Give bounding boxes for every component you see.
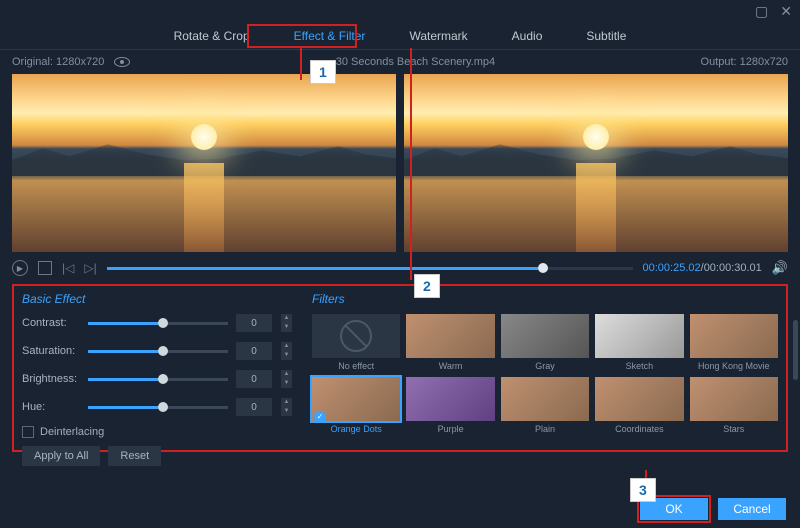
hue-value: 0 bbox=[236, 398, 272, 416]
annotation-1: 1 bbox=[310, 60, 336, 84]
deinterlacing-checkbox[interactable] bbox=[22, 426, 34, 438]
filter-label: Orange Dots bbox=[331, 424, 382, 434]
basic-effect-title: Basic Effect bbox=[22, 292, 292, 306]
slider-label: Hue: bbox=[22, 401, 80, 413]
preview-original bbox=[12, 74, 396, 252]
filter-coordinates[interactable]: Coordinates bbox=[595, 377, 683, 434]
spin-up[interactable]: ▲ bbox=[280, 342, 292, 351]
filter-label: Purple bbox=[438, 424, 464, 434]
filter-warm[interactable]: Warm bbox=[406, 314, 494, 371]
slider-label: Saturation: bbox=[22, 345, 80, 357]
spin-down[interactable]: ▼ bbox=[280, 323, 292, 332]
brightness-slider[interactable] bbox=[88, 378, 228, 381]
filters-title: Filters bbox=[312, 292, 778, 306]
stop-button[interactable] bbox=[38, 261, 52, 275]
filter-label: No effect bbox=[338, 361, 374, 371]
brightness-value: 0 bbox=[236, 370, 272, 388]
tab-watermark[interactable]: Watermark bbox=[387, 23, 489, 49]
tab-subtitle[interactable]: Subtitle bbox=[564, 23, 648, 49]
filter-label: Gray bbox=[535, 361, 555, 371]
filter-orange-dots[interactable]: ✓ Orange Dots bbox=[312, 377, 400, 434]
close-icon[interactable]: ✕ bbox=[780, 3, 792, 20]
saturation-slider[interactable] bbox=[88, 350, 228, 353]
filter-label: Sketch bbox=[626, 361, 654, 371]
annotation-3: 3 bbox=[630, 478, 656, 502]
contrast-value: 0 bbox=[236, 314, 272, 332]
filter-label: Hong Kong Movie bbox=[698, 361, 770, 371]
tab-audio[interactable]: Audio bbox=[490, 23, 565, 49]
deinterlacing-label: Deinterlacing bbox=[40, 426, 104, 438]
filter-label: Plain bbox=[535, 424, 555, 434]
tab-bar: Rotate & CropEffect & FilterWatermarkAud… bbox=[0, 22, 800, 50]
maximize-icon[interactable]: ▢ bbox=[755, 3, 768, 20]
next-frame-button[interactable]: ▷| bbox=[84, 261, 96, 275]
tab-rotate-crop[interactable]: Rotate & Crop bbox=[152, 23, 272, 49]
apply-to-all-button[interactable]: Apply to All bbox=[22, 446, 100, 466]
spin-up[interactable]: ▲ bbox=[280, 370, 292, 379]
filter-label: Coordinates bbox=[615, 424, 664, 434]
spin-up[interactable]: ▲ bbox=[280, 398, 292, 407]
saturation-value: 0 bbox=[236, 342, 272, 360]
spin-down[interactable]: ▼ bbox=[280, 379, 292, 388]
check-icon: ✓ bbox=[314, 411, 326, 423]
filter-purple[interactable]: Purple bbox=[406, 377, 494, 434]
tab-effect-filter[interactable]: Effect & Filter bbox=[272, 23, 388, 49]
filter-stars[interactable]: Stars bbox=[690, 377, 778, 434]
contrast-slider[interactable] bbox=[88, 322, 228, 325]
filter-sketch[interactable]: Sketch bbox=[595, 314, 683, 371]
filter-hong-kong-movie[interactable]: Hong Kong Movie bbox=[690, 314, 778, 371]
filter-no-effect[interactable]: No effect bbox=[312, 314, 400, 371]
volume-icon[interactable]: 🔊 bbox=[772, 260, 788, 276]
filter-label: Stars bbox=[723, 424, 744, 434]
prev-frame-button[interactable]: |◁ bbox=[62, 261, 74, 275]
filter-gray[interactable]: Gray bbox=[501, 314, 589, 371]
cancel-button[interactable]: Cancel bbox=[718, 498, 786, 520]
annotation-arrow-2 bbox=[410, 48, 412, 280]
annotation-arrow-1 bbox=[300, 48, 302, 80]
filters-scrollbar[interactable] bbox=[793, 320, 798, 380]
eye-icon[interactable] bbox=[114, 57, 130, 67]
seek-bar[interactable] bbox=[107, 267, 633, 270]
filter-plain[interactable]: Plain bbox=[501, 377, 589, 434]
annotation-2: 2 bbox=[414, 274, 440, 298]
filter-label: Warm bbox=[439, 361, 463, 371]
original-resolution: Original: 1280x720 bbox=[12, 56, 104, 68]
slider-label: Brightness: bbox=[22, 373, 80, 385]
preview-output bbox=[404, 74, 788, 252]
play-button[interactable]: ▶ bbox=[12, 260, 28, 276]
output-resolution: Output: 1280x720 bbox=[701, 56, 788, 68]
reset-button[interactable]: Reset bbox=[108, 446, 161, 466]
spin-down[interactable]: ▼ bbox=[280, 351, 292, 360]
spin-down[interactable]: ▼ bbox=[280, 407, 292, 416]
time-display: 00:00:25.02/00:00:30.01 bbox=[643, 262, 762, 274]
spin-up[interactable]: ▲ bbox=[280, 314, 292, 323]
slider-label: Contrast: bbox=[22, 317, 80, 329]
hue-slider[interactable] bbox=[88, 406, 228, 409]
filename: 30 Seconds Beach Scenery.mp4 bbox=[336, 56, 495, 68]
